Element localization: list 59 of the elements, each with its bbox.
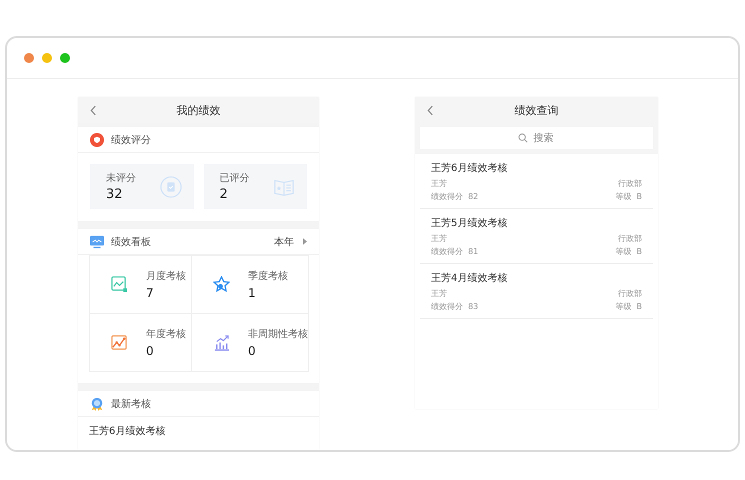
grade-text: 等级 B	[615, 301, 642, 312]
tile-value: 0	[146, 344, 155, 358]
tile-label: 月度考核	[146, 270, 186, 283]
window-control[interactable]	[42, 53, 52, 63]
stat-tile[interactable]: 年度考核 0	[89, 313, 192, 372]
back-icon[interactable]	[90, 104, 97, 116]
record-title: 王芳4月绩效考核	[431, 272, 508, 285]
tile-value: 7	[146, 286, 155, 300]
employee-name: 王芳	[431, 178, 447, 189]
record-title: 王芳5月绩效考核	[431, 216, 508, 230]
search-field[interactable]: 搜索	[420, 127, 653, 149]
score-text: 绩效得分 82	[431, 191, 478, 202]
window-control[interactable]	[24, 53, 34, 63]
grade-text: 等级 B	[615, 191, 642, 202]
employee-name: 王芳	[431, 233, 447, 244]
score-text: 绩效得分 83	[431, 301, 478, 312]
stat-card[interactable]: 已评分 2	[204, 164, 307, 209]
bar-chart-icon	[213, 334, 230, 351]
screen-title: 绩效查询	[514, 102, 558, 118]
tile-value: 0	[248, 344, 257, 358]
stat-card[interactable]: 未评分 32	[90, 164, 194, 209]
department: 行政部	[618, 178, 642, 189]
back-icon[interactable]	[427, 104, 434, 116]
department: 行政部	[618, 288, 642, 299]
caret-icon	[303, 238, 307, 245]
stat-label: 未评分	[106, 172, 137, 185]
section-title: 绩效看板	[111, 236, 152, 248]
tile-label: 非周期性考核	[248, 328, 308, 341]
stat-tile[interactable]: 月度考核 7	[89, 255, 192, 314]
section-title: 绩效评分	[111, 134, 152, 146]
section-title: 最新考核	[111, 398, 152, 410]
stat-tile[interactable]: 非周期性考核 0	[191, 313, 309, 372]
tile-label: 年度考核	[146, 328, 186, 341]
record-card[interactable]: 王芳6月绩效考核 王芳 行政部 绩效得分 82 等级 B	[420, 154, 653, 209]
search-icon	[518, 133, 528, 143]
record-card[interactable]: 王芳4月绩效考核 王芳 行政部 绩效得分 83 等级 B	[420, 264, 653, 319]
list-item[interactable]: 王芳6月绩效考核	[78, 417, 319, 450]
line-chart-icon	[111, 276, 128, 293]
medal-icon	[90, 396, 104, 410]
employee-name: 王芳	[431, 288, 447, 299]
star-icon	[213, 276, 230, 293]
screen-title: 我的绩效	[176, 102, 220, 118]
tile-value: 1	[248, 286, 257, 300]
stat-tile[interactable]: 季度考核 1	[191, 255, 309, 314]
shield-icon	[90, 132, 104, 146]
tile-label: 季度考核	[248, 270, 288, 283]
trend-chart-icon	[111, 334, 128, 351]
monitor-icon	[90, 234, 104, 248]
period-selector[interactable]: 本年	[274, 234, 294, 248]
record-card[interactable]: 王芳5月绩效考核 王芳 行政部 绩效得分 81 等级 B	[420, 209, 653, 264]
clipboard-icon	[160, 176, 182, 198]
window-control[interactable]	[60, 53, 70, 63]
stat-value: 2	[220, 187, 229, 202]
grade-text: 等级 B	[615, 246, 642, 257]
stat-value: 32	[106, 187, 124, 202]
record-title: 王芳6月绩效考核	[431, 162, 508, 175]
stat-label: 已评分	[220, 172, 250, 185]
score-text: 绩效得分 81	[431, 246, 478, 257]
department: 行政部	[618, 233, 642, 244]
